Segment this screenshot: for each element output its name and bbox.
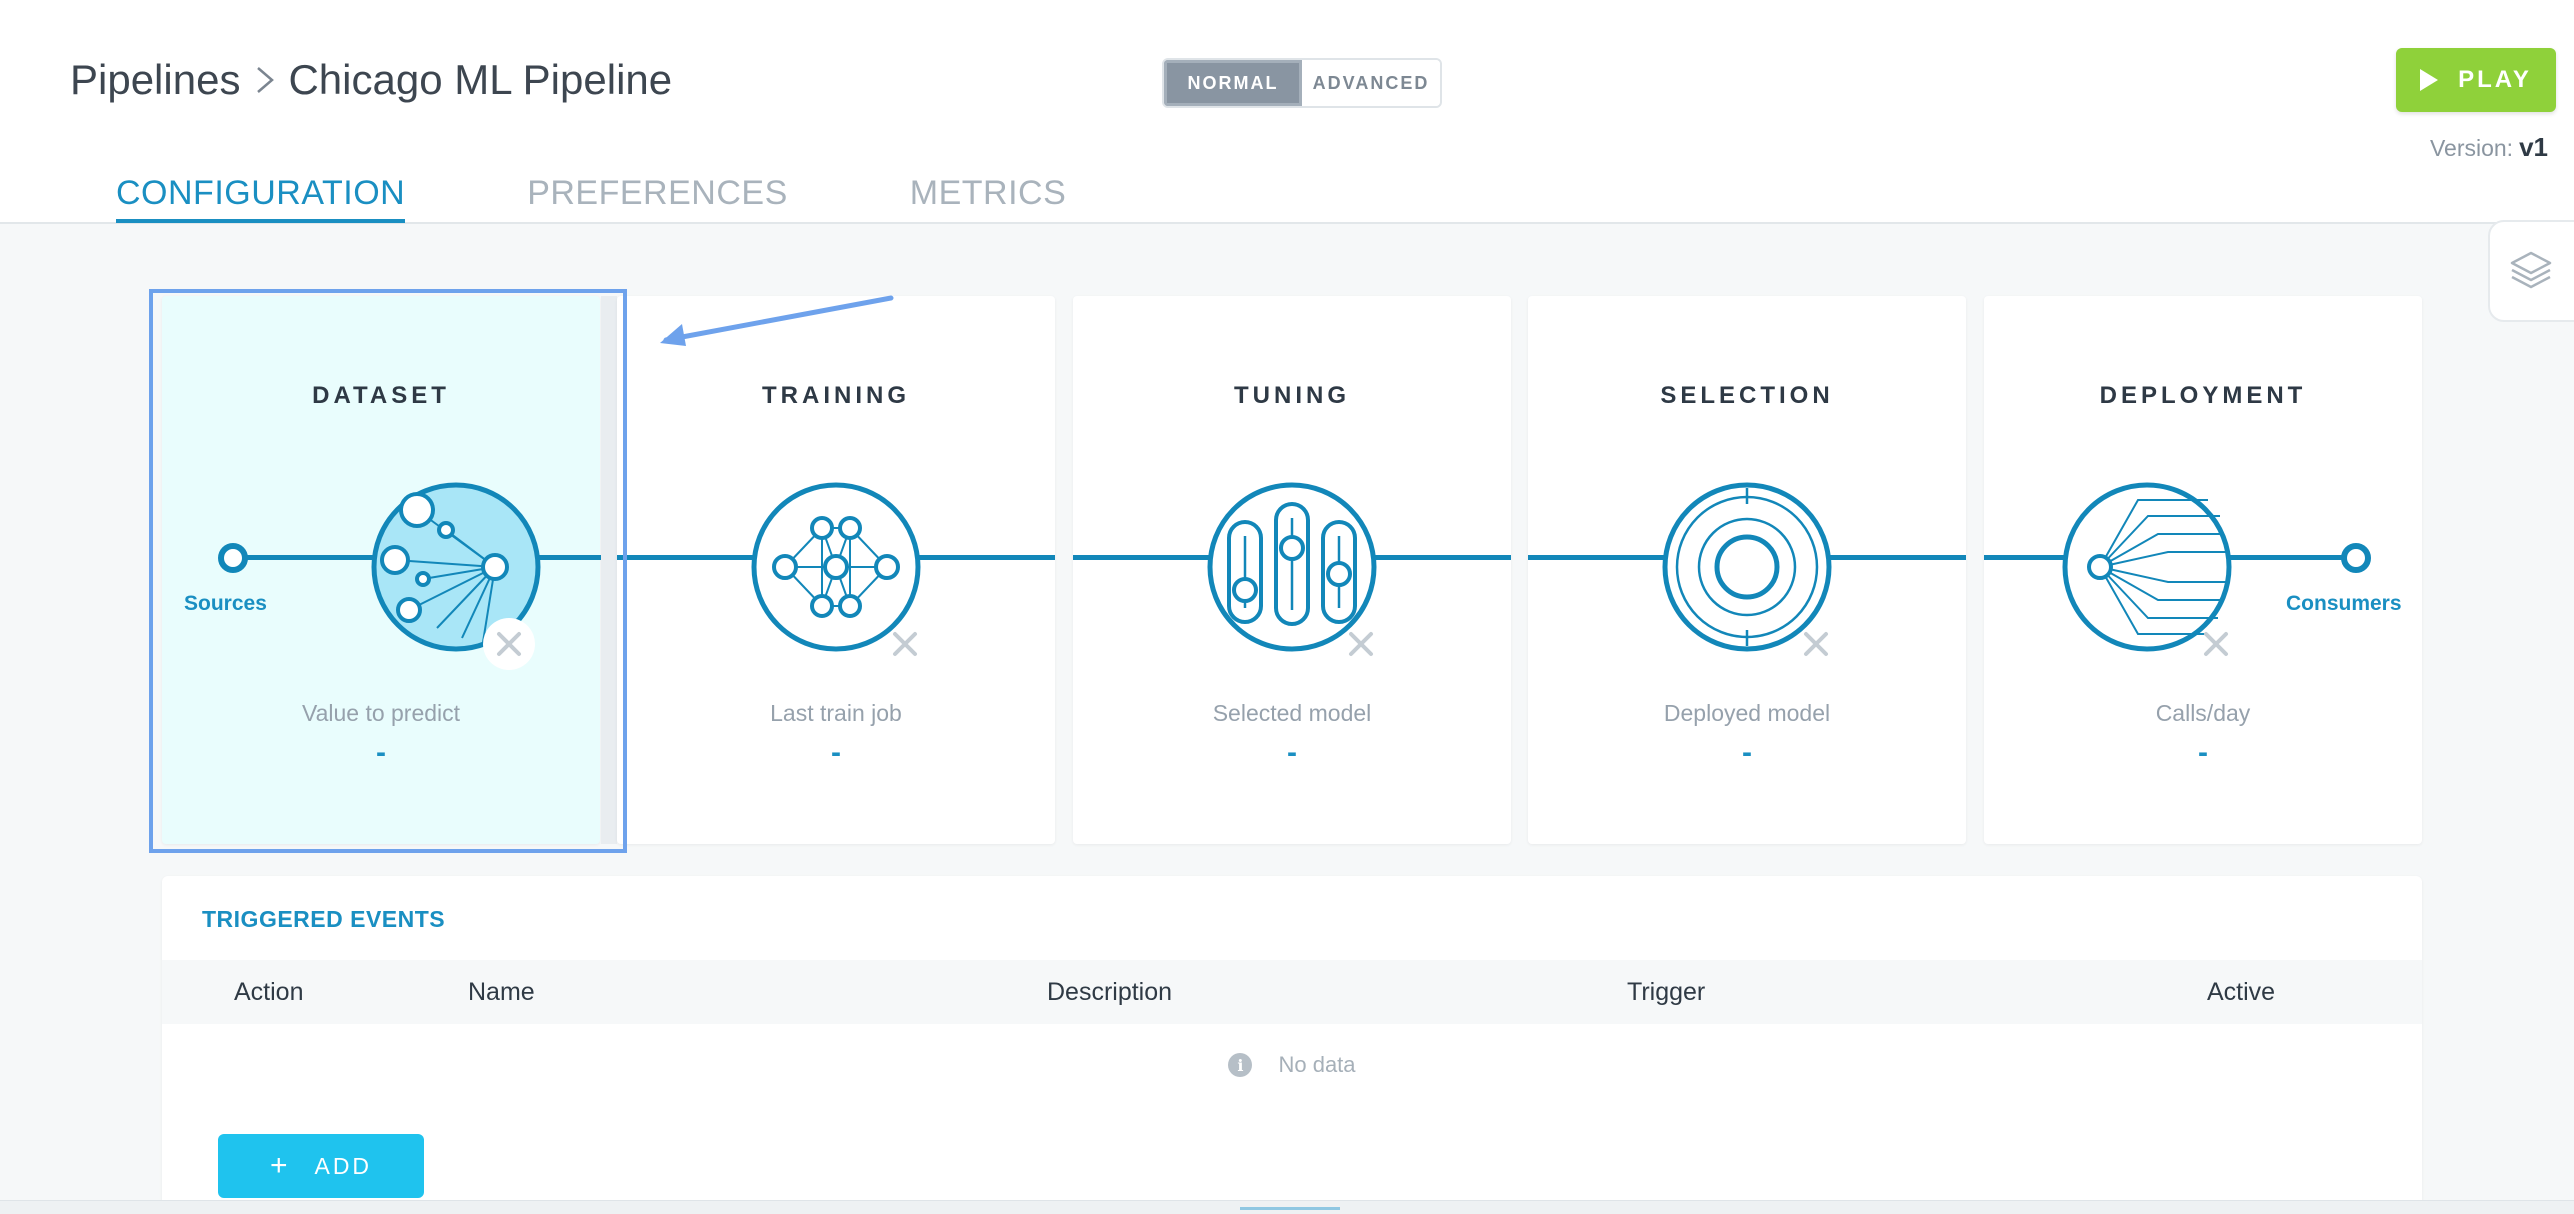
chevron-right-icon bbox=[257, 67, 275, 93]
consumers-label: Consumers bbox=[2286, 592, 2402, 615]
tab-preferences[interactable]: PREFERENCES bbox=[527, 174, 788, 223]
add-label: ADD bbox=[314, 1152, 373, 1179]
card-title: SELECTION bbox=[1660, 382, 1834, 409]
card-value: - bbox=[831, 736, 841, 769]
mode-toggle: NORMAL ADVANCED bbox=[1162, 58, 1442, 108]
consumers-node[interactable] bbox=[2341, 543, 2371, 573]
close-icon[interactable] bbox=[1335, 618, 1387, 670]
breadcrumb-current: Chicago ML Pipeline bbox=[288, 56, 673, 103]
card-label: Deployed model bbox=[1663, 700, 1831, 726]
card-value: - bbox=[2198, 736, 2208, 769]
card-label: Selected model bbox=[1212, 700, 1372, 726]
card-value: - bbox=[1287, 736, 1297, 769]
column-header-action[interactable]: Action bbox=[234, 978, 303, 1007]
empty-text: No data bbox=[1278, 1052, 1356, 1077]
breadcrumb-root[interactable]: Pipelines bbox=[70, 56, 240, 104]
column-header-trigger[interactable]: Trigger bbox=[1627, 978, 1705, 1007]
version-label: Version: bbox=[2429, 135, 2514, 161]
pipeline-card-selection[interactable]: SELECTION Deployed model - bbox=[1528, 296, 1966, 844]
mode-normal-button[interactable]: NORMAL bbox=[1164, 60, 1302, 106]
card-label: Calls/day bbox=[2155, 700, 2251, 726]
plus-icon: + bbox=[269, 1149, 291, 1182]
scroll-indicator[interactable] bbox=[1240, 1207, 1340, 1210]
card-title: DEPLOYMENT bbox=[2099, 382, 2307, 409]
mode-advanced-button[interactable]: ADVANCED bbox=[1302, 60, 1440, 106]
annotation-arrow-icon bbox=[660, 295, 894, 346]
close-icon[interactable] bbox=[2190, 618, 2242, 670]
card-value: - bbox=[1742, 736, 1752, 769]
pipeline-card-tuning[interactable]: TUNING Selected model - bbox=[1073, 296, 1511, 844]
info-icon: i bbox=[1228, 1053, 1253, 1077]
column-header-name[interactable]: Name bbox=[468, 978, 535, 1007]
events-table-header: Action Name Description Trigger Active bbox=[162, 960, 2422, 1024]
tab-configuration[interactable]: CONFIGURATION bbox=[116, 174, 406, 223]
play-label: PLAY bbox=[2458, 66, 2532, 93]
column-header-active[interactable]: Active bbox=[2207, 978, 2275, 1007]
empty-state: i No data bbox=[162, 1052, 2422, 1078]
card-label: Last train job bbox=[770, 700, 902, 726]
version-value: v1 bbox=[2519, 132, 2548, 162]
top-bar: Pipelines Chicago ML Pipeline NORMAL ADV… bbox=[0, 0, 2574, 224]
play-button[interactable]: PLAY bbox=[2396, 48, 2556, 112]
card-title: TRAINING bbox=[762, 382, 910, 409]
layers-icon bbox=[2510, 251, 2552, 289]
close-icon[interactable] bbox=[879, 618, 931, 670]
pipeline-card-training[interactable]: TRAINING Last train job - bbox=[617, 296, 1055, 844]
tab-metrics[interactable]: METRICS bbox=[910, 174, 1067, 223]
play-icon bbox=[2420, 69, 2439, 91]
card-title: TUNING bbox=[1234, 382, 1350, 409]
version-info: Version: v1 bbox=[2430, 132, 2548, 163]
tab-bar: CONFIGURATION PREFERENCES METRICS bbox=[116, 174, 1188, 223]
add-event-button[interactable]: + ADD bbox=[218, 1134, 424, 1198]
triggered-events-panel: TRIGGERED EVENTS Action Name Description… bbox=[162, 876, 2422, 1214]
selection-highlight bbox=[149, 289, 627, 853]
breadcrumb: Pipelines Chicago ML Pipeline bbox=[70, 56, 672, 104]
close-icon[interactable] bbox=[1790, 618, 1842, 670]
column-header-description[interactable]: Description bbox=[1047, 978, 1172, 1007]
events-title: TRIGGERED EVENTS bbox=[202, 906, 446, 932]
layers-panel-toggle[interactable] bbox=[2488, 220, 2574, 322]
